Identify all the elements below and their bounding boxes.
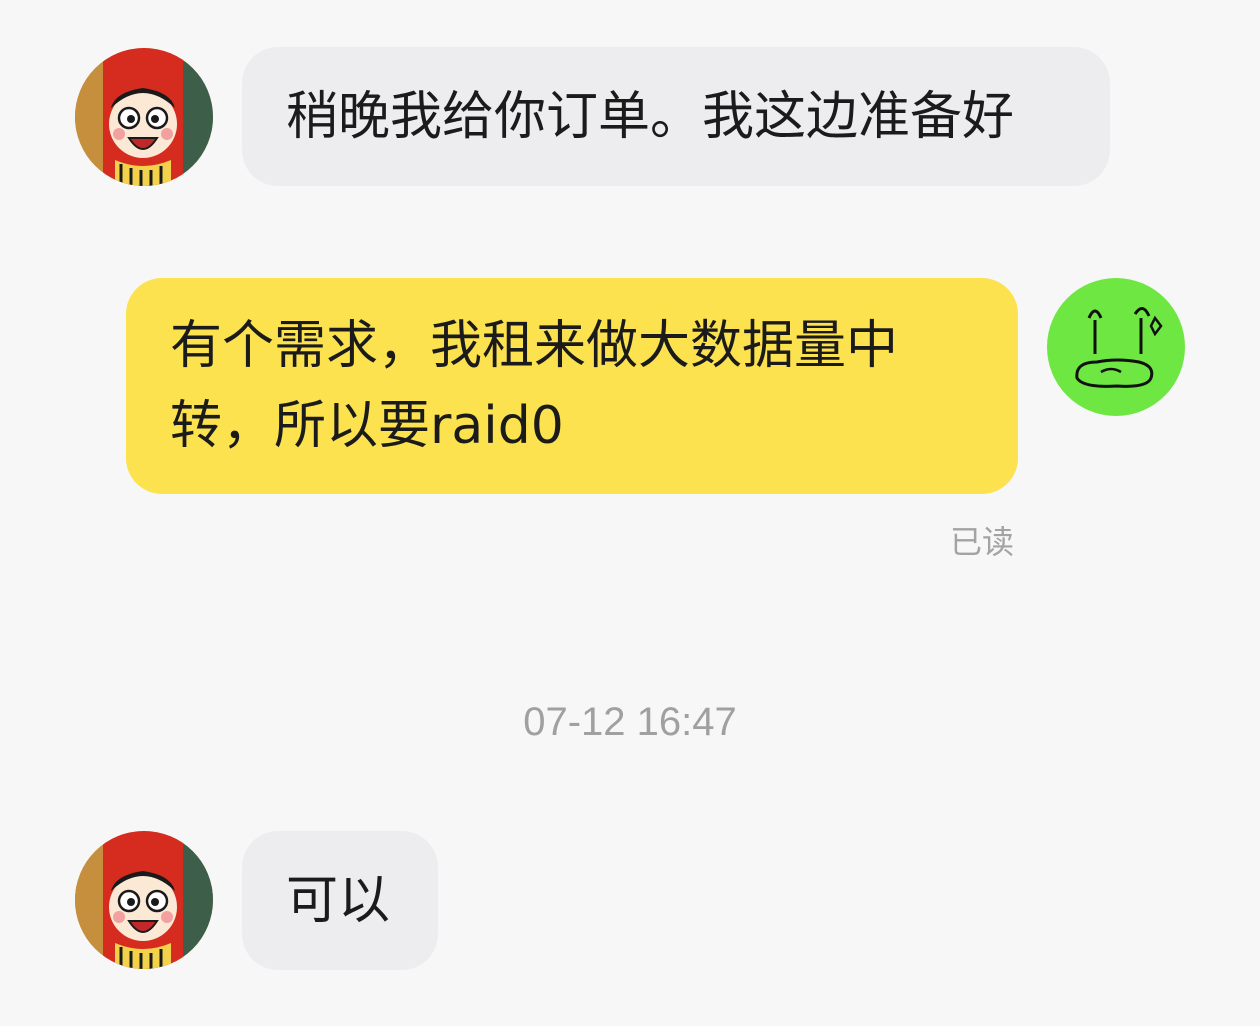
read-receipt: 已读	[950, 523, 1015, 561]
incoming-message-bubble[interactable]: 稍晚我给你订单。我这边准备好	[242, 47, 1110, 186]
cartoon-boy-icon	[75, 48, 213, 186]
message-text-line-1: 有个需求，我租来做大数据量中	[170, 316, 899, 376]
message-timestamp: 07-12 16:47	[523, 700, 737, 744]
outgoing-message-bubble[interactable]: 有个需求，我租来做大数据量中 转，所以要raid0	[126, 278, 1018, 494]
contact-avatar[interactable]	[75, 48, 213, 186]
message-text: 稍晚我给你订单。我这边准备好	[286, 87, 1015, 147]
my-avatar[interactable]	[1047, 278, 1185, 416]
cartoon-boy-icon	[75, 831, 213, 969]
incoming-message-bubble[interactable]: 可以	[242, 831, 438, 970]
message-text: 可以	[286, 871, 391, 931]
message-text-line-2: 转，所以要raid0	[170, 396, 564, 456]
doodle-face-icon	[1047, 278, 1185, 416]
contact-avatar[interactable]	[75, 831, 213, 969]
